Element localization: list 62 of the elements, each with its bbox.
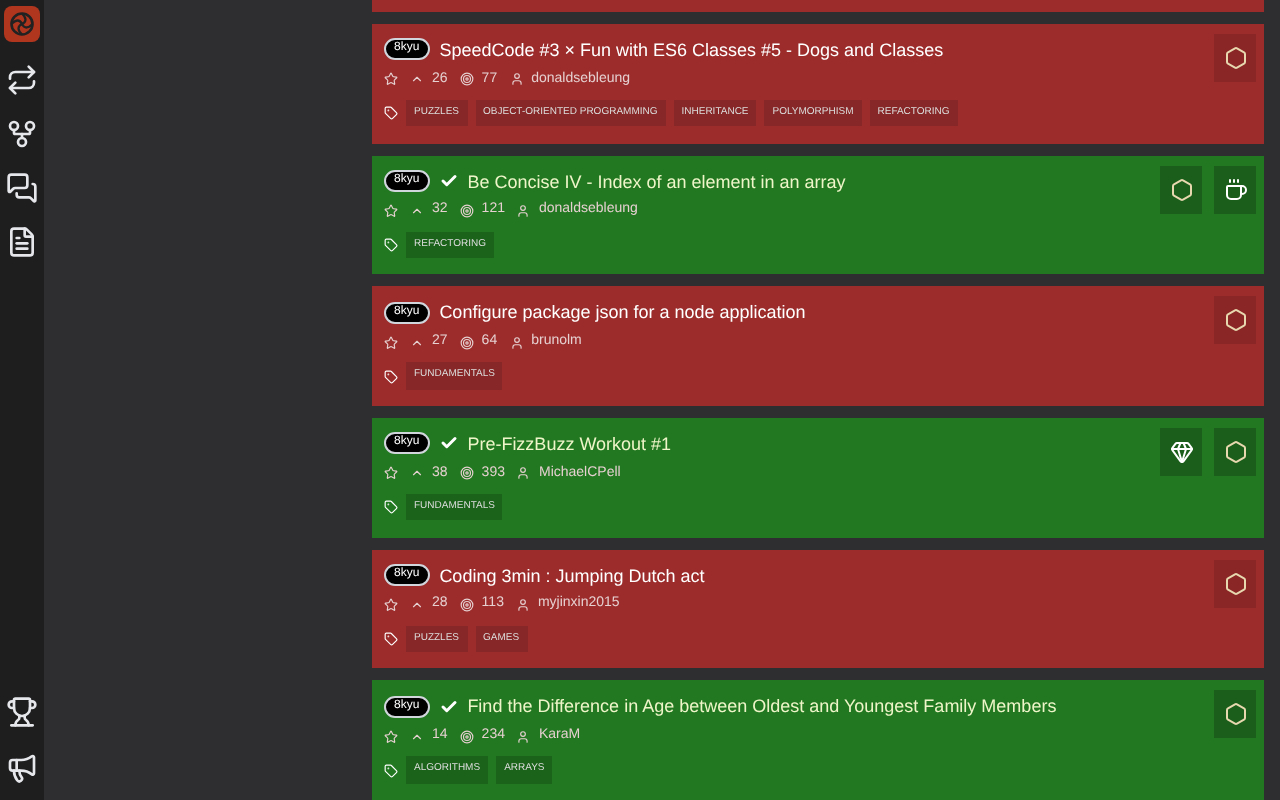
kata-title[interactable]: Find the Difference in Age between Oldest and Youngest Family Members — [467, 694, 1057, 719]
star-icon[interactable] — [384, 466, 398, 481]
tag-icon — [384, 763, 398, 778]
megaphone-icon[interactable] — [6, 752, 38, 784]
hexagon-icon — [1223, 439, 1247, 464]
star-icon[interactable] — [384, 204, 398, 219]
chat-icon[interactable] — [6, 172, 38, 204]
tag-icon — [384, 631, 398, 646]
target-icon — [459, 466, 474, 481]
kata-title[interactable]: Pre-FizzBuzz Workout #1 — [467, 431, 672, 456]
language-button[interactable] — [1214, 559, 1256, 608]
kata-title[interactable]: Configure package json for a node application — [439, 300, 806, 325]
user-icon — [509, 335, 524, 350]
user-icon — [516, 466, 531, 481]
language-button[interactable] — [1214, 296, 1256, 345]
practice-icon[interactable] — [6, 64, 38, 96]
user-icon — [516, 204, 531, 219]
upvote-icon — [410, 335, 424, 350]
language-button[interactable] — [1214, 165, 1256, 214]
upvote-icon — [410, 466, 424, 481]
star-icon[interactable] — [384, 598, 398, 613]
gem-icon — [1169, 439, 1193, 464]
language-button[interactable] — [1214, 427, 1256, 476]
target-icon — [459, 204, 474, 219]
star-icon[interactable] — [384, 72, 398, 87]
upvote-icon — [410, 72, 424, 87]
kata-title[interactable]: Be Concise IV - Index of an element in an array — [467, 169, 846, 194]
tag-icon — [384, 106, 398, 121]
hexagon-icon — [1223, 308, 1247, 333]
tag-icon — [384, 237, 398, 252]
coffee-icon — [1223, 177, 1247, 202]
check-icon — [439, 697, 458, 716]
hexagon-icon — [1169, 177, 1193, 202]
check-icon — [439, 172, 458, 191]
language-button[interactable] — [1160, 165, 1202, 214]
language-button[interactable] — [1214, 690, 1256, 739]
tag-icon — [384, 500, 398, 515]
upvote-icon — [410, 204, 424, 219]
upvote-icon — [410, 598, 424, 613]
target-icon — [459, 729, 474, 744]
upvote-icon — [410, 729, 424, 744]
hexagon-icon — [1223, 45, 1247, 70]
target-icon — [459, 598, 474, 613]
tag-icon — [384, 369, 398, 384]
star-icon[interactable] — [384, 729, 398, 744]
star-icon[interactable] — [384, 335, 398, 350]
user-icon — [515, 598, 530, 613]
trophy-icon[interactable] — [6, 696, 38, 728]
language-button[interactable] — [1214, 33, 1256, 82]
document-icon[interactable] — [6, 226, 38, 258]
language-button[interactable] — [1160, 427, 1202, 476]
user-icon — [509, 72, 524, 87]
target-icon — [459, 335, 474, 350]
hexagon-icon — [1223, 702, 1247, 727]
fork-icon[interactable] — [6, 118, 38, 150]
logo-icon[interactable] — [4, 6, 40, 42]
check-icon — [439, 434, 458, 453]
kata-title[interactable]: Coding 3min : Jumping Dutch act — [439, 563, 705, 588]
user-icon — [516, 729, 531, 744]
kata-title[interactable]: SpeedCode #3 × Fun with ES6 Classes #5 - Dogs and Classes — [439, 37, 944, 62]
hexagon-icon — [1223, 571, 1247, 596]
target-icon — [459, 72, 474, 87]
